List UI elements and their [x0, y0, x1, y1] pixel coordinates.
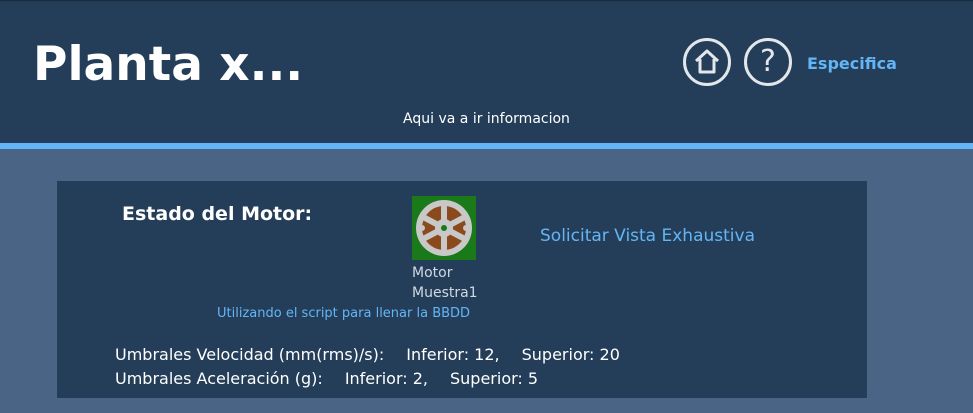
motor-name-line1: Motor	[412, 265, 453, 281]
velocity-threshold-label: Umbrales Velocidad (mm(rms)/s):	[115, 345, 385, 364]
home-icon	[694, 49, 720, 74]
motor-wheel-icon[interactable]	[412, 196, 476, 260]
thresholds-block: Umbrales Velocidad (mm(rms)/s): Inferior:…	[115, 343, 620, 391]
motor-status-label: Estado del Motor:	[122, 203, 313, 225]
header-divider	[0, 143, 973, 149]
header-subtitle: Aqui va a ir informacion	[403, 111, 570, 127]
especifica-link[interactable]: Especifica	[807, 54, 897, 73]
acceleration-threshold-row: Umbrales Aceleración (g): Inferior: 2, Sup…	[115, 367, 620, 391]
velocity-inferior: Inferior: 12,	[406, 345, 500, 364]
acceleration-inferior: Inferior: 2,	[344, 369, 428, 388]
page-title: Planta x...	[33, 37, 304, 92]
velocity-superior: Superior: 20	[521, 345, 620, 364]
motor-name: Motor Muestra1	[412, 263, 478, 303]
solicitar-vista-link[interactable]: Solicitar Vista Exhaustiva	[540, 226, 755, 246]
velocity-threshold-row: Umbrales Velocidad (mm(rms)/s): Inferior:…	[115, 343, 620, 367]
help-icon: ?	[760, 44, 776, 79]
motor-name-line2: Muestra1	[412, 285, 478, 301]
acceleration-threshold-label: Umbrales Aceleración (g):	[115, 369, 323, 388]
acceleration-superior: Superior: 5	[450, 369, 539, 388]
home-button[interactable]	[683, 38, 731, 86]
help-button[interactable]: ?	[744, 38, 792, 86]
motor-status-card: Estado del Motor: Motor Muestra1 Solicit…	[57, 181, 867, 398]
header-bar: Planta x... Aqui va a ir informacion ? E…	[0, 0, 973, 143]
script-link[interactable]: Utilizando el script para llenar la BBDD	[217, 306, 470, 321]
